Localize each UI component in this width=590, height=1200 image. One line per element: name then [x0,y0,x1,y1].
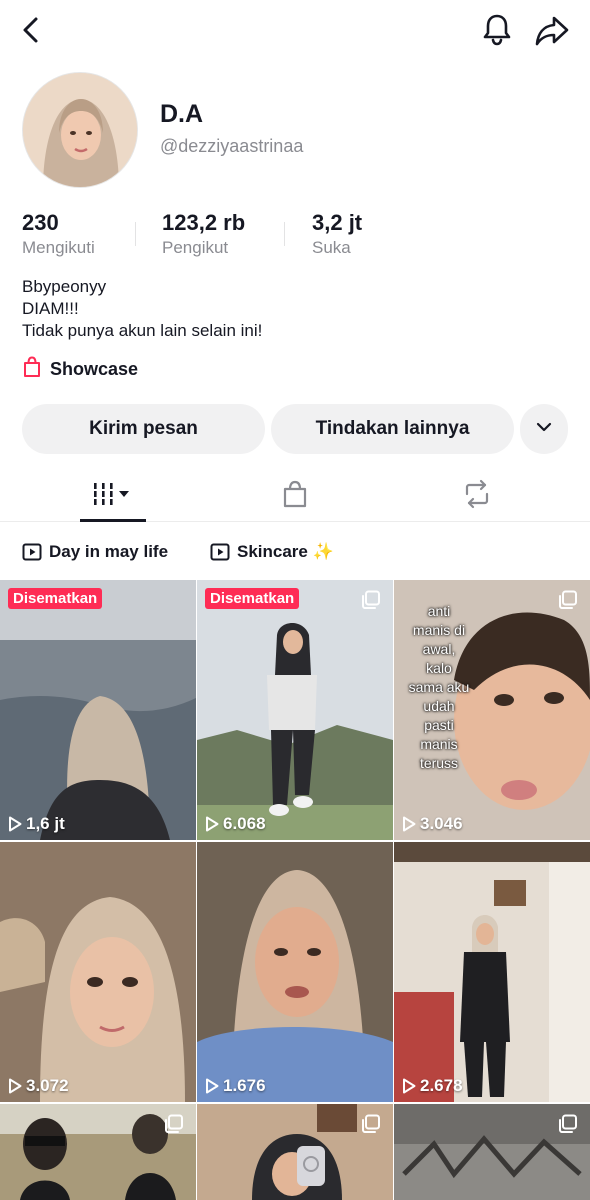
tab-shop[interactable] [270,470,320,522]
carousel-icon [558,1114,578,1134]
video-thumbnail[interactable]: 3.072 [0,842,196,1102]
tab-reposts[interactable] [452,470,502,522]
avatar[interactable] [22,72,138,188]
bio-line: Tidak punya akun lain selain ini! [22,321,263,340]
playlist-play-icon [22,543,42,561]
more-actions-button[interactable]: Tindakan lainnya [271,404,514,454]
play-icon [206,1078,219,1094]
bell-icon[interactable] [478,10,516,48]
expand-button[interactable] [520,404,568,454]
view-count-value: 6.068 [223,814,266,833]
play-icon [403,816,416,832]
carousel-icon [558,590,578,610]
video-caption-overlay: anti manis di awal, kalo sama aku udah p… [408,603,470,771]
video-thumbnail[interactable]: Disematkan 1,6 jt [0,580,196,840]
stat-likes[interactable]: 3,2 jt Suka [312,210,362,258]
shopping-bag-icon [22,355,42,383]
stat-followers[interactable]: 123,2 rb Pengikut [162,210,245,258]
play-icon [9,816,22,832]
view-count-value: 3.072 [26,1076,69,1095]
video-thumbnail[interactable]: 1.676 [197,842,393,1102]
video-thumbnail[interactable] [394,1104,590,1200]
send-message-button[interactable]: Kirim pesan [22,404,265,454]
video-thumbnail[interactable]: anti manis di awal, kalo sama aku udah p… [394,580,590,840]
repost-icon [461,479,493,514]
bio: Bbypeonyy DIAM!!! Tidak punya akun lain … [22,276,262,342]
videos-grid-icon [90,480,136,513]
back-icon[interactable] [14,12,50,48]
view-count: 2.678 [402,1076,463,1096]
stat-value: 230 [22,210,59,235]
display-name: D.A [160,100,204,128]
view-count: 3.072 [8,1076,69,1096]
profile-tabs [0,470,590,522]
active-tab-indicator [80,519,146,522]
stat-label: Mengikuti [22,238,95,257]
bio-line: DIAM!!! [22,299,79,318]
chevron-down-icon [534,417,554,442]
playlist-play-icon [210,543,230,561]
video-thumbnail[interactable]: Disematkan 6.068 [197,580,393,840]
divider [135,222,136,246]
showcase-link[interactable]: Showcase [22,355,139,383]
carousel-icon [361,590,381,610]
play-icon [9,1078,22,1094]
top-bar [0,0,590,62]
video-thumbnail[interactable] [197,1104,393,1200]
username: @dezziyaastrinaa [160,136,304,156]
pinned-badge: Disematkan [8,588,103,609]
view-count-value: 2.678 [420,1076,463,1095]
play-icon [403,1078,416,1094]
playlist-label: Day in may life [49,542,169,561]
view-count-value: 3.046 [420,814,463,833]
showcase-label: Showcase [50,358,139,379]
stat-label: Suka [312,238,351,257]
playlist-skincare[interactable]: Skincare ✨ [210,538,334,566]
carousel-icon [361,1114,381,1134]
view-count-value: 1.676 [223,1076,266,1095]
divider [284,222,285,246]
view-count: 6.068 [205,814,266,834]
stat-label: Pengikut [162,238,229,257]
shop-bag-icon [281,479,309,514]
bio-line: Bbypeonyy [22,277,107,296]
view-count: 1,6 jt [8,814,65,834]
playlist-label: Skincare ✨ [237,542,334,561]
video-thumbnail[interactable]: 2.678 [394,842,590,1102]
view-count: 1.676 [205,1076,266,1096]
playlist-day-in-my-life[interactable]: Day in may life [22,538,168,566]
stat-value: 3,2 jt [312,210,363,235]
video-thumbnail[interactable] [0,1104,196,1200]
carousel-icon [164,1114,184,1134]
stat-value: 123,2 rb [162,210,246,235]
play-icon [206,816,219,832]
view-count: 3.046 [402,814,463,834]
pinned-badge: Disematkan [205,588,300,609]
playlists-row: Day in may life Skincare ✨ [0,530,590,574]
tab-videos[interactable] [80,470,146,522]
stat-following[interactable]: 230 Mengikuti [22,210,95,258]
share-icon[interactable] [532,10,572,50]
view-count-value: 1,6 jt [26,814,65,833]
